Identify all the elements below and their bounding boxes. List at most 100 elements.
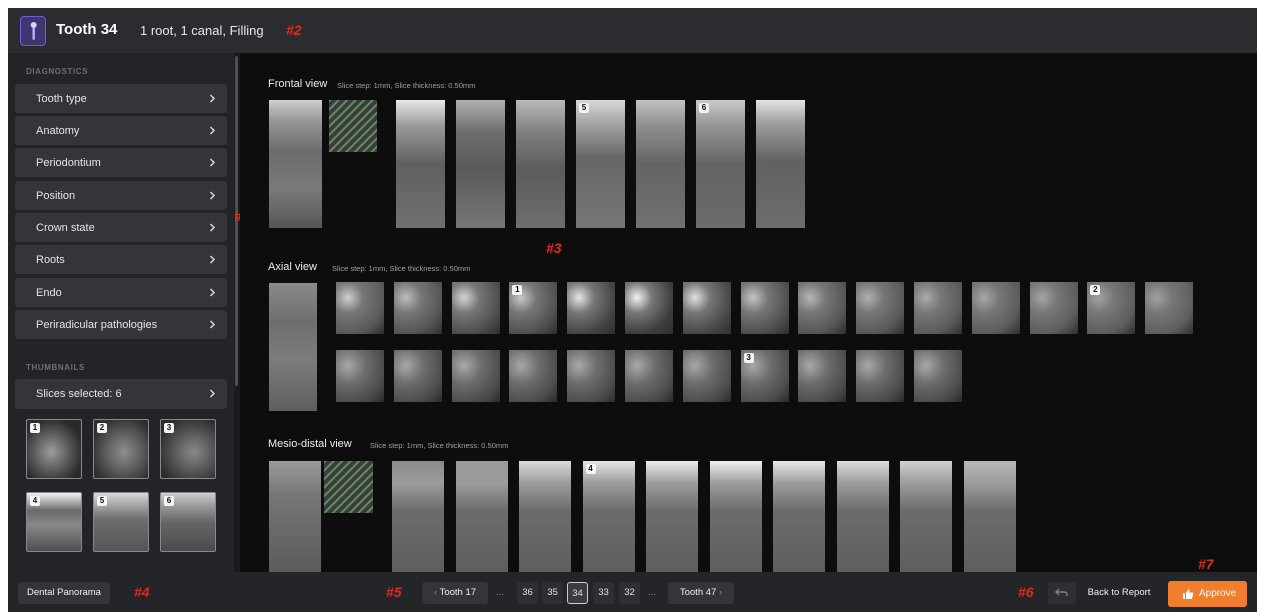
dental-panorama-button[interactable]: Dental Panorama bbox=[18, 582, 110, 604]
mesiodistal-slice[interactable] bbox=[773, 461, 825, 572]
axial-slice[interactable] bbox=[856, 350, 905, 402]
tooth-summary: 1 root, 1 canal, Filling bbox=[140, 23, 264, 38]
axial-slice[interactable] bbox=[914, 350, 962, 402]
mesiodistal-slice[interactable] bbox=[392, 461, 444, 572]
axial-view-title: Axial view bbox=[268, 261, 317, 273]
mesiodistal-slice[interactable] bbox=[455, 461, 508, 572]
menu-item-label: Crown state bbox=[36, 222, 95, 234]
axial-slice[interactable] bbox=[625, 282, 673, 334]
prev-tooth-label: Tooth 17 bbox=[439, 587, 477, 598]
slice-number-badge: 5 bbox=[97, 496, 107, 506]
next-tooth-button[interactable]: Tooth 47 › bbox=[668, 582, 734, 604]
thumbnail-slice[interactable]: 1 bbox=[26, 419, 82, 479]
slice-number-badge: 6 bbox=[699, 103, 709, 113]
mesiodistal-slice[interactable] bbox=[900, 461, 952, 572]
slices-selected-toggle[interactable]: Slices selected: 6 bbox=[15, 379, 227, 409]
annotation-marker-5: #5 bbox=[386, 584, 402, 600]
frontal-slice[interactable]: 5 bbox=[576, 100, 625, 228]
axial-slice[interactable] bbox=[451, 350, 500, 402]
axial-slice[interactable] bbox=[856, 282, 905, 334]
axial-slice[interactable] bbox=[509, 350, 558, 402]
axial-slice[interactable] bbox=[567, 350, 616, 402]
frontal-view-meta: Slice step: 1mm, Slice thickness: 0.50mm bbox=[337, 81, 476, 90]
axial-slice[interactable] bbox=[914, 282, 962, 334]
thumbnail-slice[interactable]: 2 bbox=[93, 419, 149, 479]
axial-slice[interactable]: 2 bbox=[1087, 282, 1136, 334]
axial-slice[interactable] bbox=[625, 350, 673, 402]
main-content: Frontal view Slice step: 1mm, Slice thic… bbox=[240, 53, 1257, 572]
thumbnail-slice[interactable]: 4 bbox=[26, 492, 82, 552]
frontal-reference-image[interactable] bbox=[269, 100, 322, 228]
diagnostics-section-label: DIAGNOSTICS bbox=[26, 67, 89, 76]
thumbnail-slice[interactable]: 6 bbox=[160, 492, 216, 552]
back-to-report-button[interactable]: Back to Report bbox=[1078, 582, 1160, 604]
menu-item-position[interactable]: Position bbox=[15, 181, 227, 210]
annotation-marker-2: #2 bbox=[286, 22, 302, 38]
axial-slice[interactable] bbox=[567, 282, 616, 334]
axial-slice[interactable] bbox=[1029, 282, 1078, 334]
axial-slice[interactable] bbox=[798, 350, 847, 402]
axial-slice[interactable] bbox=[336, 282, 384, 334]
mesiodistal-slice[interactable] bbox=[963, 461, 1016, 572]
axial-slice[interactable] bbox=[1145, 282, 1194, 334]
tooth-page-32[interactable]: 32 bbox=[619, 582, 640, 604]
chevron-right-icon bbox=[210, 223, 215, 232]
menu-item-crown-state[interactable]: Crown state bbox=[15, 213, 227, 242]
menu-item-anatomy[interactable]: Anatomy bbox=[15, 116, 227, 145]
slice-number-badge: 2 bbox=[1090, 285, 1101, 295]
undo-button[interactable] bbox=[1048, 582, 1076, 604]
frontal-slice[interactable]: 6 bbox=[696, 100, 745, 228]
frontal-slice[interactable] bbox=[756, 100, 805, 228]
axial-view-meta: Slice step: 1mm, Slice thickness: 0.50mm bbox=[332, 264, 471, 273]
menu-item-label: Tooth type bbox=[36, 93, 87, 105]
chevron-right-icon bbox=[210, 94, 215, 103]
prev-tooth-button[interactable]: ‹ Tooth 17 bbox=[422, 582, 488, 604]
axial-slice[interactable] bbox=[336, 350, 384, 402]
thumbnail-slice[interactable]: 3 bbox=[160, 419, 216, 479]
mesiodistal-slice[interactable]: 4 bbox=[582, 461, 635, 572]
mesiodistal-slice[interactable] bbox=[646, 461, 698, 572]
chevron-right-icon bbox=[210, 288, 215, 297]
axial-slice[interactable] bbox=[682, 350, 731, 402]
axial-reference-image[interactable] bbox=[269, 283, 317, 411]
menu-item-label: Periradicular pathologies bbox=[36, 319, 158, 331]
frontal-slice[interactable] bbox=[636, 100, 685, 228]
approve-button[interactable]: Approve bbox=[1168, 581, 1247, 607]
axial-slice[interactable]: 1 bbox=[509, 282, 558, 334]
approve-label: Approve bbox=[1199, 588, 1237, 599]
tooth-page-34[interactable]: 34 bbox=[567, 582, 588, 604]
mesiodistal-slice-plane-preview[interactable] bbox=[324, 461, 373, 513]
menu-item-endo[interactable]: Endo bbox=[15, 278, 227, 307]
menu-item-periodontium[interactable]: Periodontium bbox=[15, 148, 227, 177]
mesiodistal-view-title: Mesio-distal view bbox=[268, 438, 352, 450]
axial-slice[interactable]: 3 bbox=[740, 350, 789, 402]
mesiodistal-slice[interactable] bbox=[519, 461, 571, 572]
menu-item-tooth-type[interactable]: Tooth type bbox=[15, 84, 227, 113]
tooth-page-36[interactable]: 36 bbox=[517, 582, 538, 604]
axial-slice[interactable] bbox=[451, 282, 500, 334]
tooth-page-33[interactable]: 33 bbox=[593, 582, 614, 604]
annotation-marker-3: #3 bbox=[546, 240, 562, 256]
mesiodistal-slice[interactable] bbox=[836, 461, 889, 572]
tooth-page-35[interactable]: 35 bbox=[542, 582, 563, 604]
frontal-slice-plane-preview[interactable] bbox=[329, 100, 377, 152]
axial-slice[interactable] bbox=[971, 282, 1020, 334]
axial-slice[interactable] bbox=[393, 282, 442, 334]
thumbs-up-icon bbox=[1183, 589, 1194, 599]
frontal-slice[interactable] bbox=[396, 100, 445, 228]
chevron-right-icon bbox=[210, 191, 215, 200]
mesiodistal-slice[interactable] bbox=[709, 461, 762, 572]
axial-slice[interactable] bbox=[798, 282, 847, 334]
axial-slice[interactable] bbox=[740, 282, 789, 334]
frontal-slice[interactable] bbox=[516, 100, 565, 228]
thumbnail-slice[interactable]: 5 bbox=[93, 492, 149, 552]
frontal-slice[interactable] bbox=[456, 100, 505, 228]
mesiodistal-reference-image[interactable] bbox=[269, 461, 321, 572]
thumbnails-section-label: THUMBNAILS bbox=[26, 363, 85, 372]
annotation-marker-6: #6 bbox=[1018, 584, 1034, 600]
chevron-right-icon bbox=[210, 255, 215, 264]
axial-slice[interactable] bbox=[682, 282, 731, 334]
menu-item-periradicular-pathologies[interactable]: Periradicular pathologies bbox=[15, 310, 227, 339]
menu-item-roots[interactable]: Roots bbox=[15, 245, 227, 274]
axial-slice[interactable] bbox=[393, 350, 442, 402]
